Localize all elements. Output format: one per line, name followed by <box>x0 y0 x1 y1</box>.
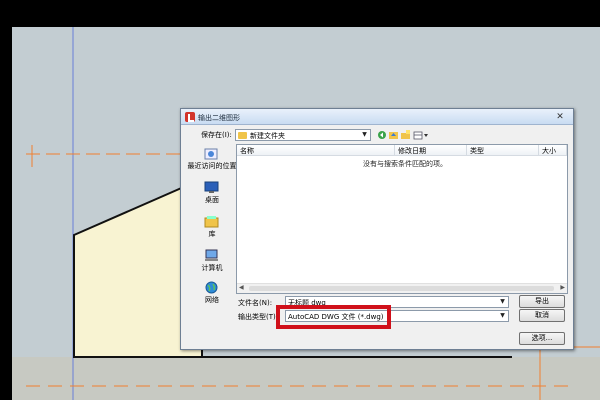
export-button[interactable]: 导出 <box>519 295 565 308</box>
place-label: 最近访问的位置 <box>187 162 237 170</box>
scroll-thumb[interactable] <box>249 286 554 291</box>
recent-places-icon <box>204 148 218 160</box>
save-in-value: 新建文件夹 <box>250 132 285 140</box>
dialog-toolbar <box>378 130 428 140</box>
annotation-highlight-box <box>276 305 391 329</box>
save-in-label: 保存在(I): <box>201 131 232 139</box>
places-bar: 最近访问的位置 桌面 库 计算机 网络 <box>187 145 237 304</box>
file-name-label: 文件名(N): <box>238 299 273 307</box>
column-header-size[interactable]: 大小 <box>539 145 567 156</box>
back-icon <box>378 131 386 139</box>
sketchup-app-icon <box>185 112 195 122</box>
cancel-button[interactable]: 取消 <box>519 309 565 322</box>
computer-icon <box>205 249 218 261</box>
chevron-down-icon[interactable]: ▼ <box>360 131 369 139</box>
options-button[interactable]: 选项... <box>519 332 565 345</box>
place-label: 网络 <box>205 296 219 304</box>
place-label: 桌面 <box>205 196 219 204</box>
close-icon[interactable]: ✕ <box>552 112 568 123</box>
desktop-icon <box>204 181 219 193</box>
scroll-left-icon[interactable]: ◀ <box>239 284 244 291</box>
libraries-icon <box>204 216 219 228</box>
horizontal-scrollbar[interactable]: ◀ ▶ <box>237 283 567 293</box>
chevron-down-icon[interactable]: ▼ <box>498 298 507 306</box>
place-recent[interactable]: 最近访问的位置 <box>187 145 237 175</box>
new-folder-icon <box>401 130 410 139</box>
column-header-date[interactable]: 修改日期 <box>395 145 467 156</box>
chevron-down-icon[interactable]: ▼ <box>498 312 507 320</box>
scroll-right-icon[interactable]: ▶ <box>560 284 565 291</box>
up-folder-icon <box>389 132 398 139</box>
dialog-title: 输出二维图形 <box>198 114 240 122</box>
dialog-titlebar: 输出二维图形 ✕ <box>181 109 573 125</box>
place-network[interactable]: 网络 <box>187 279 237 309</box>
place-libraries[interactable]: 库 <box>187 213 237 243</box>
folder-icon <box>238 132 247 139</box>
file-type-label: 输出类型(T): <box>238 313 279 321</box>
column-header-name[interactable]: 名称 <box>237 145 395 156</box>
empty-list-message: 没有与搜索条件匹配的项。 <box>363 160 447 168</box>
save-in-dropdown[interactable]: 新建文件夹 ▼ <box>235 129 371 141</box>
network-globe-icon <box>205 281 218 294</box>
place-desktop[interactable]: 桌面 <box>187 179 237 209</box>
place-computer[interactable]: 计算机 <box>187 247 237 277</box>
file-list[interactable]: 名称 修改日期 类型 大小 没有与搜索条件匹配的项。 ◀ ▶ <box>236 144 568 294</box>
place-label: 计算机 <box>201 264 223 272</box>
view-menu-icon <box>413 131 428 140</box>
place-label: 库 <box>208 230 216 238</box>
column-header-type[interactable]: 类型 <box>467 145 539 156</box>
